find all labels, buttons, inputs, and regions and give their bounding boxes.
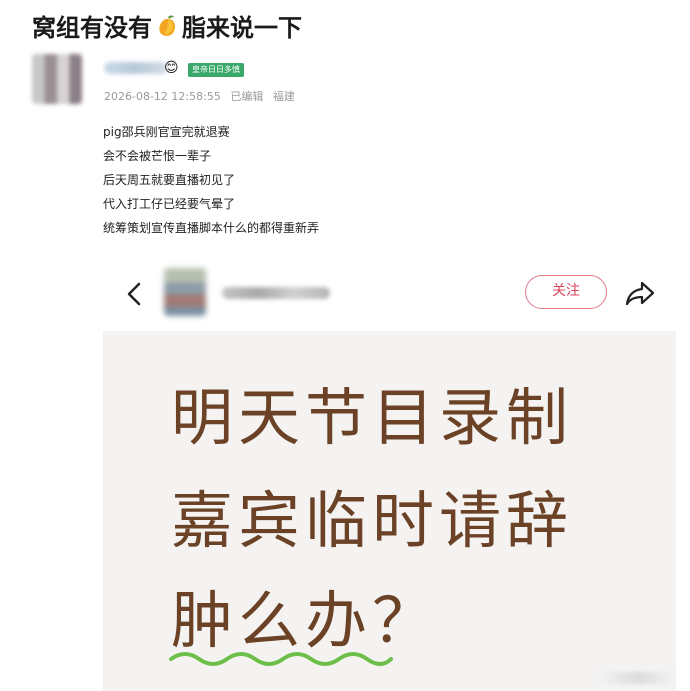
embed-avatar[interactable] xyxy=(164,268,206,316)
wavy-underline xyxy=(169,652,393,666)
post-meta: 2026-08-12 12:58:55 已编辑 福建 xyxy=(104,88,301,104)
embed-author-name[interactable] xyxy=(222,287,330,299)
author-name[interactable] xyxy=(104,62,168,74)
post-line: 会不会被芒恨一辈子 xyxy=(103,149,212,163)
post-line: pig邵兵刚官宣完就退赛 xyxy=(103,125,230,139)
image-text-line: 明天节目录制 xyxy=(171,381,574,454)
post-title: 窝组有没有 脂来说一下 xyxy=(32,8,302,43)
author-emoji: 😊 xyxy=(164,60,179,76)
chevron-left-icon[interactable] xyxy=(124,280,144,308)
post-edited: 已编辑 xyxy=(230,90,264,103)
post-title-part1: 窝组有没有 xyxy=(32,14,152,42)
share-icon[interactable] xyxy=(624,278,656,308)
user-badge: 皇帝日日多慎 xyxy=(188,63,244,77)
post-title-part2: 脂来说一下 xyxy=(182,14,302,42)
image-text-line: 肿么办？ xyxy=(171,584,440,657)
post-location: 福建 xyxy=(272,90,295,103)
post-line: 后天周五就要直播初见了 xyxy=(103,173,236,187)
post-line: 代入打工仔已经要气晕了 xyxy=(103,197,236,211)
mango-icon xyxy=(156,14,178,38)
watermark xyxy=(596,672,680,684)
post-datetime: 2026-08-12 12:58:55 xyxy=(104,90,221,103)
post-body: pig邵兵刚官宣完就退赛 会不会被芒恨一辈子 后天周五就要直播初见了 代入打工仔… xyxy=(103,120,319,240)
image-text-line: 嘉宾临时请辞 xyxy=(171,484,574,557)
embed-image: 明天节目录制 嘉宾临时请辞 肿么办？ xyxy=(103,331,676,691)
post-line: 统筹策划宣传直播脚本什么的都得重新弄 xyxy=(103,221,320,235)
follow-button[interactable]: 关注 xyxy=(525,275,607,309)
avatar[interactable] xyxy=(32,54,82,104)
